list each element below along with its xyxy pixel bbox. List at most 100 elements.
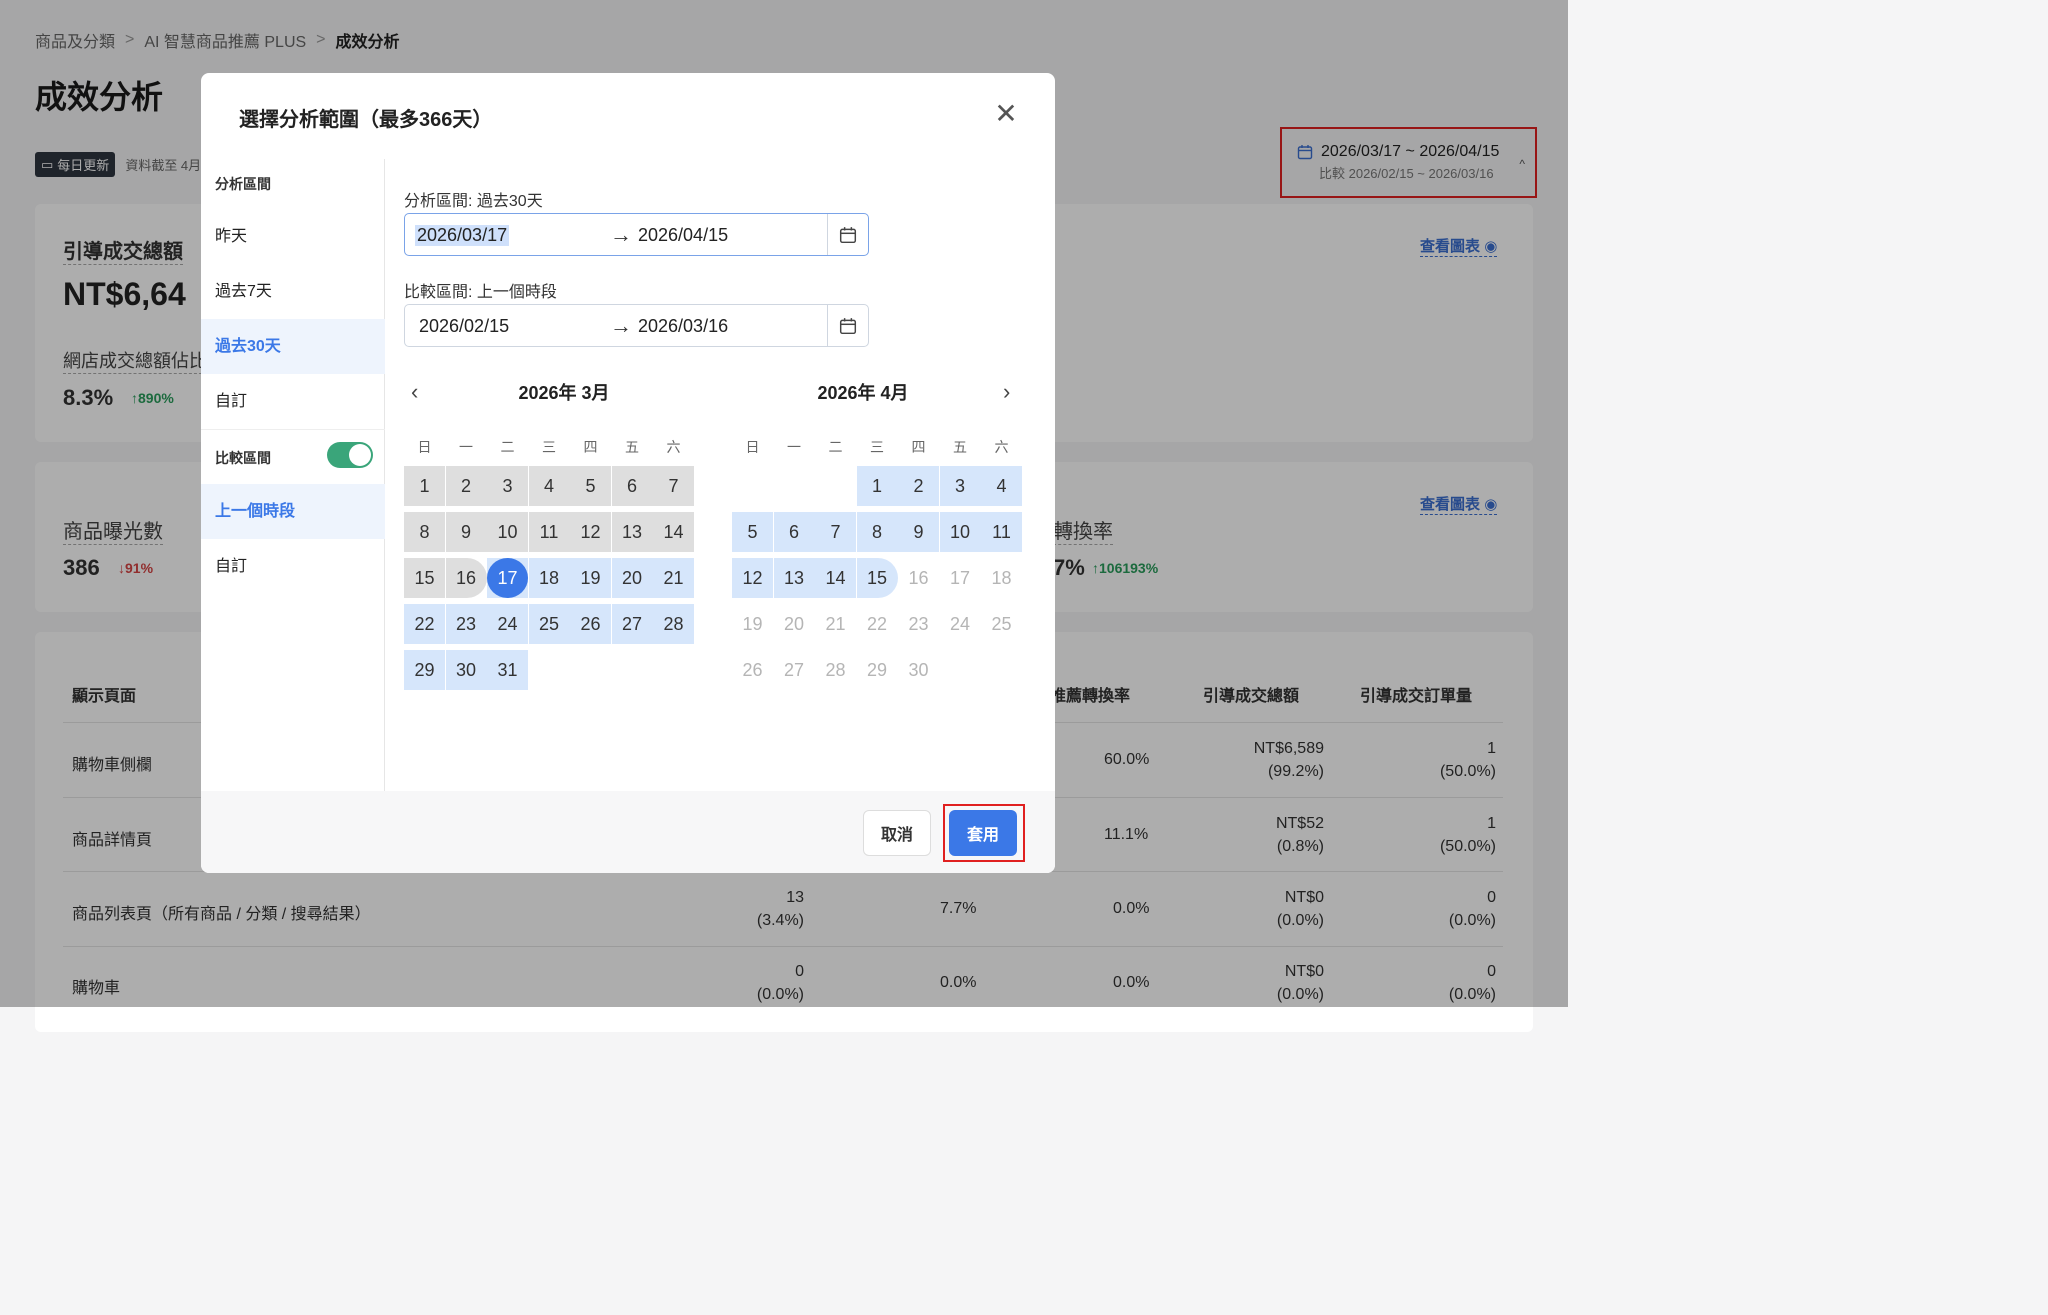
calendar-day[interactable]: 26 — [570, 604, 611, 644]
weekday-label: 五 — [625, 439, 639, 455]
calendar-day[interactable]: 2 — [898, 466, 939, 506]
modal-main: 分析區間: 過去30天 2026/03/17 → 2026/04/15 比較區間… — [385, 159, 1055, 791]
calendar-month-title: 2026年 3月 — [518, 383, 610, 403]
weekday-label: 二 — [500, 439, 515, 455]
divider — [201, 429, 385, 430]
close-icon[interactable]: ✕ — [994, 100, 1018, 128]
calendar-day[interactable]: 17 — [487, 558, 528, 598]
calendar-day[interactable]: 1 — [856, 466, 898, 506]
calendar-day[interactable]: 8 — [404, 512, 445, 552]
calendar-day[interactable]: 16 — [445, 558, 487, 598]
preset-sidebar: 分析區間 昨天 過去7天 過去30天 自訂 比較區間 上一個時段 自訂 — [201, 159, 385, 791]
analysis-start-date[interactable]: 2026/03/17 — [415, 225, 510, 246]
calendar-day[interactable]: 5 — [570, 466, 611, 506]
analysis-range-input[interactable]: 2026/03/17 → 2026/04/15 — [404, 213, 869, 256]
calendar-day[interactable]: 25 — [981, 604, 1022, 644]
preset-last-30-days[interactable]: 過去30天 — [201, 319, 385, 374]
weekday-label: 一 — [459, 439, 473, 455]
compare-custom[interactable]: 自訂 — [201, 539, 385, 594]
calendar-day[interactable]: 7 — [815, 512, 856, 552]
calendar-day[interactable]: 7 — [653, 466, 694, 506]
calendar-day[interactable]: 6 — [611, 466, 653, 506]
analysis-range-heading: 分析區間 — [215, 176, 271, 192]
calendar-day[interactable]: 12 — [732, 558, 773, 598]
calendar-day[interactable]: 31 — [487, 650, 528, 690]
calendar-day[interactable]: 3 — [487, 466, 528, 506]
calendar-day[interactable]: 29 — [404, 650, 445, 690]
calendar-day[interactable]: 5 — [732, 512, 773, 552]
weekday-label: 四 — [911, 439, 926, 455]
calendar-day[interactable]: 10 — [939, 512, 981, 552]
calendar-day[interactable]: 22 — [857, 604, 898, 644]
cancel-button[interactable]: 取消 — [863, 810, 931, 856]
weekday-label: 三 — [870, 439, 884, 455]
weekday-label: 五 — [953, 439, 967, 455]
calendar-day[interactable]: 19 — [732, 604, 773, 644]
arrow-right-icon: → — [610, 313, 632, 338]
calendar-day[interactable]: 15 — [856, 558, 898, 598]
calendar-icon[interactable] — [827, 305, 868, 346]
calendar-day[interactable]: 14 — [815, 558, 856, 598]
calendar-day[interactable]: 15 — [404, 558, 445, 598]
calendar-day[interactable]: 22 — [404, 604, 445, 644]
calendar-day[interactable]: 27 — [774, 650, 815, 690]
apply-button[interactable]: 套用 — [949, 810, 1017, 856]
calendar-day[interactable]: 11 — [528, 512, 570, 552]
calendar-day[interactable]: 17 — [940, 558, 981, 598]
calendar-day[interactable]: 20 — [611, 558, 653, 598]
analysis-range-label: 分析區間: 過去30天 — [404, 193, 543, 210]
calendar-day[interactable]: 23 — [445, 604, 487, 644]
calendar-day[interactable]: 9 — [445, 512, 487, 552]
calendar-day[interactable]: 28 — [815, 650, 856, 690]
calendar-day[interactable]: 21 — [815, 604, 856, 644]
weekday-label: 四 — [583, 439, 598, 455]
calendar-day[interactable]: 20 — [774, 604, 815, 644]
next-month-button[interactable]: › — [1003, 379, 1010, 405]
calendar-day[interactable]: 13 — [773, 558, 815, 598]
calendar-icon[interactable] — [827, 214, 868, 255]
prev-month-button[interactable]: ‹ — [411, 379, 418, 405]
compare-start-date[interactable]: 2026/02/15 — [419, 316, 509, 337]
calendar-day[interactable]: 14 — [653, 512, 694, 552]
calendar-day[interactable]: 25 — [528, 604, 570, 644]
preset-yesterday[interactable]: 昨天 — [201, 209, 385, 264]
calendar-day[interactable]: 12 — [570, 512, 611, 552]
calendar-day[interactable]: 11 — [981, 512, 1022, 552]
calendar-day[interactable]: 23 — [898, 604, 939, 644]
calendar-day[interactable]: 10 — [487, 512, 528, 552]
calendar-day[interactable]: 1 — [404, 466, 445, 506]
calendar-day[interactable]: 19 — [570, 558, 611, 598]
calendar-day[interactable]: 24 — [940, 604, 981, 644]
calendar-day[interactable]: 28 — [653, 604, 694, 644]
compare-range-heading: 比較區間 — [215, 450, 271, 466]
calendar-day[interactable]: 18 — [981, 558, 1022, 598]
calendar-day[interactable]: 24 — [487, 604, 528, 644]
calendar-day[interactable]: 4 — [981, 466, 1022, 506]
compare-toggle[interactable] — [327, 442, 373, 468]
compare-end-date[interactable]: 2026/03/16 — [638, 316, 728, 337]
compare-previous-period[interactable]: 上一個時段 — [201, 484, 385, 539]
preset-last-7-days[interactable]: 過去7天 — [201, 264, 385, 319]
weekday-label: 六 — [666, 439, 681, 455]
calendar-day[interactable]: 13 — [611, 512, 653, 552]
weekday-label: 一 — [787, 439, 801, 455]
calendar-day[interactable]: 2 — [445, 466, 487, 506]
arrow-right-icon: → — [610, 222, 632, 247]
calendar-day[interactable]: 9 — [898, 512, 939, 552]
compare-range-input[interactable]: 2026/02/15 → 2026/03/16 — [404, 304, 869, 347]
calendar-day[interactable]: 27 — [611, 604, 653, 644]
calendar-day[interactable]: 4 — [528, 466, 570, 506]
calendar-day[interactable]: 3 — [939, 466, 981, 506]
calendar-day[interactable]: 8 — [856, 512, 898, 552]
calendar-day[interactable]: 18 — [528, 558, 570, 598]
calendar-day[interactable]: 21 — [653, 558, 694, 598]
calendar-day[interactable]: 30 — [445, 650, 487, 690]
calendar-day[interactable]: 6 — [773, 512, 815, 552]
calendar-day[interactable]: 30 — [898, 650, 939, 690]
weekday-label: 日 — [745, 439, 760, 455]
calendar-day[interactable]: 16 — [898, 558, 939, 598]
calendar-day[interactable]: 26 — [732, 650, 773, 690]
preset-custom[interactable]: 自訂 — [201, 374, 385, 429]
calendar-day[interactable]: 29 — [857, 650, 898, 690]
analysis-end-date[interactable]: 2026/04/15 — [638, 225, 728, 246]
